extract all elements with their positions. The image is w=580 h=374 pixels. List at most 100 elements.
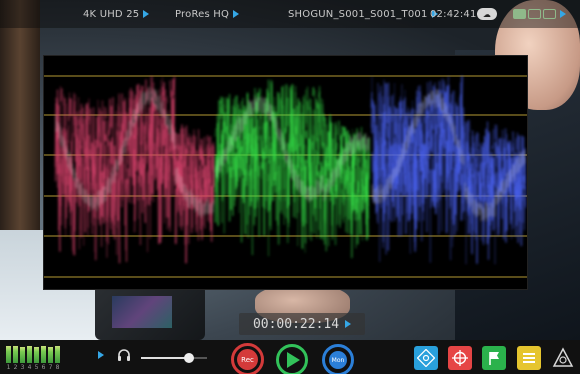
audio-meter-bar (6, 346, 11, 363)
input-format[interactable]: 4K UHD 25 (83, 7, 150, 21)
timecode-display[interactable]: 00:00:22:14 (239, 313, 365, 335)
waveform-trace-line (223, 162, 226, 234)
waveform-trace-line (211, 144, 214, 168)
waveform-trace-line (465, 193, 467, 265)
crosshair-button[interactable] (448, 346, 472, 370)
codec-selector[interactable]: ProRes HQ (175, 7, 240, 21)
waveform-trace-line (95, 183, 98, 261)
audio-meters[interactable]: 1 2 3 4 5 6 7 8 (6, 344, 90, 372)
waveform-trace-line (381, 112, 384, 183)
waveform-trace-line (499, 137, 502, 190)
chevron-right-icon (345, 320, 352, 328)
waveform-trace-line (185, 193, 188, 264)
play-button[interactable] (276, 344, 308, 374)
waveform-trace-line (339, 144, 342, 215)
focus-peaking-icon (417, 349, 435, 367)
waveform-trace-line (492, 129, 494, 149)
chevron-right-icon[interactable] (98, 351, 104, 359)
menu-button[interactable] (517, 346, 541, 370)
monitor-label: Mon (331, 356, 345, 364)
waveform-trace-line (312, 87, 315, 97)
clip-name[interactable]: SHOGUN_S001_S001_T001 (288, 7, 438, 21)
waveform-trace-line (214, 128, 217, 137)
waveform-trace-line (384, 82, 387, 146)
waveform-trace-line (358, 167, 361, 193)
waveform-trace-line (200, 138, 204, 166)
waveform-trace-line (274, 172, 277, 186)
channel-label: 8 (55, 364, 60, 371)
chevron-right-icon (560, 10, 566, 18)
waveform-trace-line (355, 189, 358, 221)
waveform-trace-line (133, 133, 135, 205)
channel-label: 5 (34, 364, 39, 371)
waveform-canvas (44, 75, 527, 278)
waveform-trace-line (357, 157, 360, 193)
waveform-trace-line (392, 95, 394, 118)
waveform-trace-line (283, 152, 285, 190)
waveform-trace-line (403, 97, 406, 144)
waveform-trace-line (192, 146, 195, 155)
waveform-trace-line (411, 163, 414, 193)
waveform-trace-line (60, 146, 63, 226)
codec-label: ProRes HQ (175, 8, 230, 20)
waveform-trace-line (524, 156, 527, 209)
flag-icon (489, 352, 499, 365)
headphone-icon[interactable] (117, 348, 133, 364)
focus-peaking-button[interactable] (414, 346, 438, 370)
audio-meter-bars (6, 344, 90, 363)
waveform-trace-line (305, 89, 307, 124)
waveform-trace-line (133, 174, 137, 222)
cloud-toggle[interactable]: ☁ (477, 7, 497, 21)
waveform-trace-line (282, 85, 285, 147)
waveform-trace-line (107, 139, 110, 147)
waveform-trace-line (266, 144, 269, 158)
waveform-trace-line (110, 141, 113, 158)
waveform-trace-line (103, 106, 105, 171)
waveform-trace-line (344, 169, 347, 190)
record-icon: Rec (237, 349, 258, 370)
warning-button[interactable] (551, 346, 575, 370)
waveform-trace-line (348, 166, 351, 220)
audio-meter-bar (55, 346, 60, 363)
waveform-trace-line (315, 99, 319, 109)
waveform-trace-line (172, 77, 176, 91)
waveform-trace-line (54, 103, 57, 167)
cloud-icon: ☁ (477, 8, 497, 20)
tree-trunk (0, 0, 40, 240)
channel-label: 7 (48, 364, 53, 371)
waveform-trace-line (458, 97, 460, 144)
waveform-trace-line (378, 92, 380, 102)
volume-knob[interactable] (184, 353, 194, 363)
waveform-trace-line (290, 91, 292, 135)
clip-name-label: SHOGUN_S001_S001_T001 (288, 8, 428, 20)
waveform-trace-line (453, 168, 456, 225)
waveform-trace-line (110, 105, 113, 129)
waveform-trace-line (62, 93, 64, 106)
waveform-trace-line (128, 143, 130, 203)
rgb-parade-waveform (43, 55, 528, 290)
waveform-trace-line (297, 98, 300, 158)
waveform-trace-line (92, 135, 94, 190)
waveform-trace-line (116, 171, 119, 256)
waveform-trace-line (332, 183, 334, 240)
waveform-trace-line (68, 97, 71, 121)
waveform-trace-line (117, 161, 120, 221)
waveform-trace-line (487, 133, 490, 194)
flag-button[interactable] (482, 346, 506, 370)
channel-label: 6 (41, 364, 46, 371)
monitor-button[interactable]: Mon (322, 344, 354, 374)
warning-triangle-icon (552, 347, 574, 367)
waveform-trace-line (280, 154, 283, 211)
waveform-trace-line (168, 158, 171, 226)
waveform-trace-line (219, 100, 222, 119)
top-status-bar: 4K UHD 25 ProRes HQ SHOGUN_S001_S001_T00… (0, 0, 580, 28)
clock-label: 02:42:41 (430, 8, 477, 20)
volume-fill (141, 357, 189, 359)
audio-meter-bar (27, 346, 32, 363)
waveform-trace-line (511, 143, 514, 151)
waveform-trace-line (179, 128, 182, 177)
record-button[interactable]: Rec (231, 343, 264, 374)
waveform-trace-line (108, 124, 111, 136)
waveform-trace-line (207, 154, 209, 191)
volume-slider[interactable] (141, 353, 207, 363)
